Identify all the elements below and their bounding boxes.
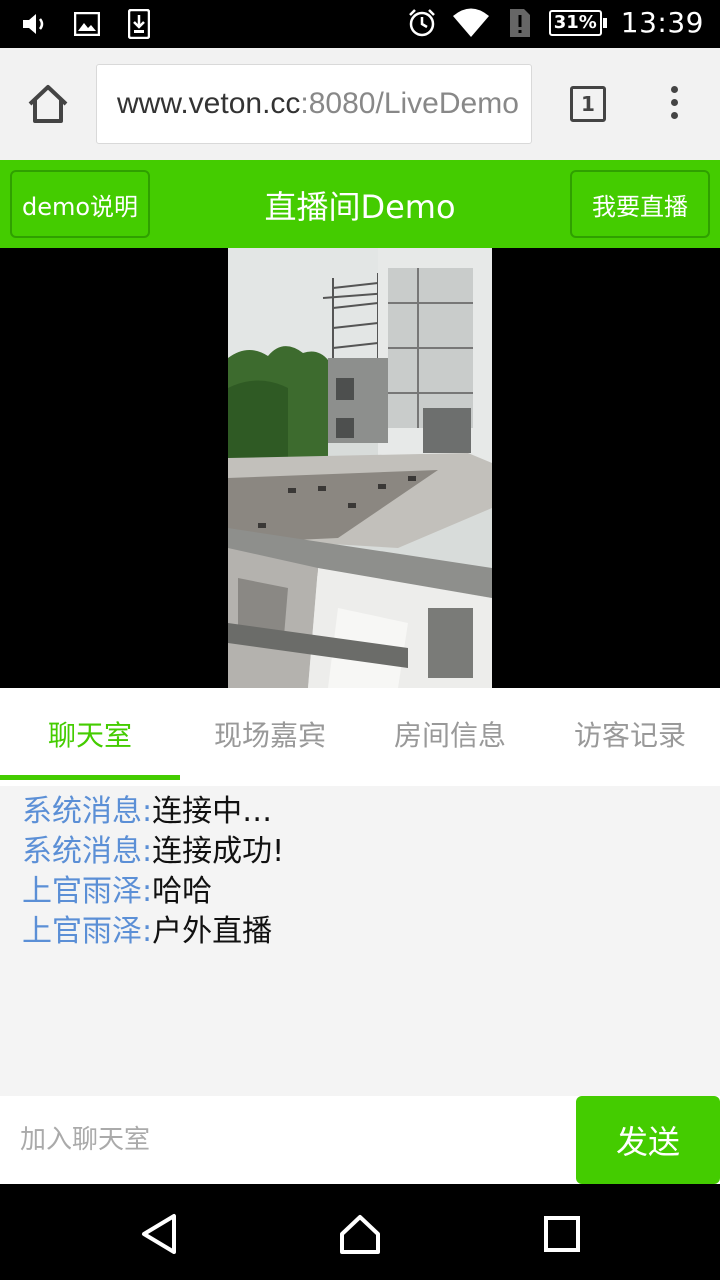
message-sender: 上官雨泽: (22, 914, 153, 949)
page-title: 直播间Demo (264, 188, 456, 226)
volume-icon (20, 8, 50, 40)
image-icon (72, 8, 102, 40)
download-icon (124, 8, 154, 40)
message-text: 连接成功! (152, 834, 285, 869)
send-button[interactable]: 发送 (576, 1096, 720, 1184)
tab-guests[interactable]: 现场嘉宾 (180, 688, 360, 786)
chat-input[interactable] (0, 1096, 576, 1184)
status-bar: 31% 13:39 (0, 0, 720, 48)
battery-level: 31% (548, 9, 602, 36)
wifi-icon (451, 7, 491, 39)
address-bar[interactable]: www.veton.cc:8080/LiveDemo (96, 64, 532, 144)
message-text: 哈哈 (152, 874, 213, 909)
message-text: 连接中… (152, 794, 273, 829)
browser-toolbar: www.veton.cc:8080/LiveDemo 1 (0, 48, 720, 160)
alarm-icon (407, 7, 437, 39)
message-sender: 系统消息: (22, 794, 153, 829)
page-header: demo说明 直播间Demo 我要直播 (0, 160, 720, 248)
url-host: www.veton.cc (117, 87, 301, 120)
chat-input-bar: 发送 (0, 1096, 720, 1184)
home-icon[interactable] (24, 82, 72, 126)
demo-info-button[interactable]: demo说明 (10, 170, 150, 238)
message-sender: 系统消息: (22, 834, 153, 869)
go-live-button[interactable]: 我要直播 (570, 170, 710, 238)
url-path: :8080/LiveDemo (300, 87, 519, 120)
tab-switcher-button[interactable]: 1 (570, 86, 606, 122)
active-tab-indicator (0, 775, 180, 780)
clock: 13:39 (620, 6, 704, 39)
chat-message-list[interactable]: 系统消息:连接中… 系统消息:连接成功! 上官雨泽:哈哈 上官雨泽:户外直播 (0, 786, 720, 1096)
tab-visitor-log[interactable]: 访客记录 (540, 688, 720, 786)
sim-alert-icon (505, 7, 535, 39)
home-nav-icon[interactable] (336, 1212, 384, 1256)
tab-room-info[interactable]: 房间信息 (360, 688, 540, 786)
tab-bar: 聊天室 现场嘉宾 房间信息 访客记录 (0, 688, 720, 786)
chat-message: 上官雨泽:哈哈 (22, 872, 720, 912)
back-icon[interactable] (136, 1212, 184, 1256)
battery-indicator: 31% (548, 9, 607, 36)
chat-message: 系统消息:连接成功! (22, 832, 720, 872)
system-nav-bar (0, 1184, 720, 1280)
tab-chatroom[interactable]: 聊天室 (0, 688, 180, 786)
video-frame (228, 248, 492, 688)
chat-message: 上官雨泽:户外直播 (22, 912, 720, 952)
chat-message: 系统消息:连接中… (22, 792, 720, 832)
message-sender: 上官雨泽: (22, 874, 153, 909)
live-video-player[interactable] (0, 248, 720, 688)
message-text: 户外直播 (152, 914, 273, 949)
recents-icon[interactable] (538, 1212, 586, 1256)
overflow-menu-icon[interactable] (664, 86, 684, 126)
